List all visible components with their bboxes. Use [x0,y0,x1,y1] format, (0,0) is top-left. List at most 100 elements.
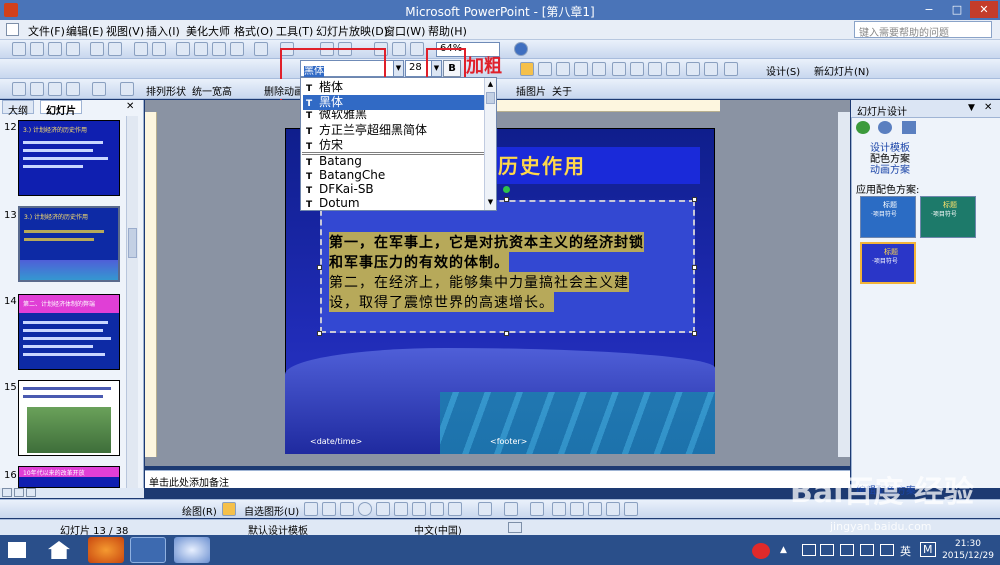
font-option-batang[interactable]: T Batang [303,154,486,169]
tab-slides[interactable]: 幻灯片 [40,100,82,117]
font-option-dotum[interactable]: T Dotum [303,196,486,211]
shape-icon[interactable] [120,82,134,96]
copy-icon[interactable] [194,42,208,56]
scroll-down-icon[interactable]: ▼ [486,198,495,208]
menu-view[interactable]: 视图(V) [106,23,144,39]
bullets-icon[interactable] [630,62,644,76]
powerpoint-taskbar-icon[interactable] [130,537,166,563]
editor-scrollbar[interactable] [838,112,850,457]
task-pane-close-icon[interactable]: ✕ [984,102,992,113]
color-scheme-3[interactable]: 标题 ·项目符号 [860,242,916,284]
slides-scrollbar[interactable] [126,116,138,488]
tray-keyboard-icon[interactable] [880,544,894,556]
color-scheme-2[interactable]: 标题 ·项目符号 [920,196,976,238]
increase-indent-icon[interactable] [704,62,718,76]
tray-overflow-icon[interactable]: ▲ [780,545,787,555]
help-icon[interactable] [514,42,528,56]
slide-thumbnail-13[interactable]: 3.) 计划经济的历史作用 [18,206,120,282]
resize-handle[interactable] [692,197,697,202]
font-option-kaiti[interactable]: T 楷体 [303,80,486,95]
font-name-dropdown-icon[interactable]: ▼ [393,60,404,77]
shadow-icon[interactable] [606,502,620,516]
delete-animation-button[interactable]: 删除动画 [264,83,304,98]
slide-thumbnail-12[interactable]: 3.) 计划经济的历史作用 [18,120,120,196]
system-clock[interactable]: 21:30 2015/12/29 [940,538,996,562]
paint-taskbar-icon[interactable] [174,537,210,563]
background-icon[interactable] [30,82,44,96]
menu-edit[interactable]: 编辑(E) [66,23,104,39]
draw-font-color-icon[interactable] [530,502,544,516]
resize-handle[interactable] [692,265,697,270]
menu-insert[interactable]: 插入(I) [146,23,180,39]
arrange-shapes-button[interactable]: 排列形状 [146,83,186,98]
rectangle-icon[interactable] [340,502,354,516]
insert-image-button[interactable]: 插图片 [516,83,546,98]
slide-thumbnail-14[interactable]: 第二、计划经济体制的弊端 [18,294,120,370]
dash-style-icon[interactable] [570,502,584,516]
normal-view-icon[interactable] [2,488,12,497]
close-panel-icon[interactable]: ✕ [126,101,134,112]
tray-network-icon[interactable] [820,544,834,556]
fill-color-icon[interactable] [478,502,492,516]
justify-icon[interactable] [574,62,588,76]
cut-icon[interactable] [176,42,190,56]
open-icon[interactable] [30,42,44,56]
insert-picture-icon[interactable] [448,502,462,516]
sorter-view-icon[interactable] [14,488,24,497]
menu-help[interactable]: 帮助(H) [428,23,467,39]
master-icon[interactable] [48,82,62,96]
picture-icon[interactable] [92,82,106,96]
slide-thumbnail-15[interactable] [18,380,120,456]
spelling-icon[interactable] [134,42,148,56]
arrow-style-icon[interactable] [588,502,602,516]
font-option-heiti[interactable]: T 黑体 [303,95,486,110]
align-right-icon[interactable] [556,62,570,76]
line-color-icon[interactable] [504,502,518,516]
clipart-icon[interactable] [430,502,444,516]
paste-icon[interactable] [212,42,226,56]
tray-flag-icon[interactable] [802,544,816,556]
slide-paragraph-1a[interactable]: 第一，在军事上，它是对抗资本主义的经济封锁 [329,232,644,252]
tray-app-icon[interactable] [752,543,770,559]
resize-handle[interactable] [504,331,509,336]
minimize-button[interactable]: − [916,1,942,18]
permission-icon[interactable] [66,42,80,56]
scroll-up-icon[interactable]: ▲ [486,80,495,90]
resize-handle[interactable] [317,331,322,336]
menu-window[interactable]: 窗口(W) [384,23,425,39]
spellcheck-icon[interactable] [508,522,522,533]
select-pointer-icon[interactable] [222,502,236,516]
scroll-thumb[interactable] [486,92,495,104]
color-scheme-1[interactable]: 标题 ·项目符号 [860,196,916,238]
font-option-fangsong[interactable]: T 仿宋 [303,138,486,151]
diagram-icon[interactable] [412,502,426,516]
home-icon[interactable] [902,121,916,134]
tray-battery-icon[interactable] [860,544,874,556]
print-preview-icon[interactable] [108,42,122,56]
print-icon[interactable] [90,42,104,56]
about-button[interactable]: 关于 [552,83,572,98]
font-option-fangzheng[interactable]: T 方正兰亭超细黑简体 [303,123,486,138]
format-painter-icon[interactable] [230,42,244,56]
align-left-icon[interactable] [520,62,534,76]
slide-paragraph-2a[interactable]: 第二，在经济上，能够集中力量搞社会主义建 [329,272,629,292]
research-icon[interactable] [152,42,166,56]
numbering-icon[interactable] [612,62,626,76]
menu-beautify[interactable]: 美化大师 [186,23,230,39]
windows-start-icon[interactable] [8,542,26,558]
new-slide-button[interactable]: 新幻灯片(N) [814,63,869,78]
slide-paragraph-1b[interactable]: 和军事压力的有效的体制。 [329,252,509,272]
maximize-button[interactable]: □ [944,1,970,18]
ime-indicator[interactable]: 英 [900,543,911,559]
ime-mode-indicator[interactable]: M [920,542,936,557]
same-size-button[interactable]: 统一宽高 [192,83,232,98]
browser-taskbar-icon[interactable] [88,537,124,563]
resize-handle[interactable] [504,197,509,202]
slide-thumbnail-16[interactable]: 10年代以来的改革开放 [18,466,120,488]
autoshapes-button[interactable]: 自选图形(U) [244,503,299,518]
decrease-font-icon[interactable] [666,62,680,76]
design-button[interactable]: 设计(S) [766,63,800,78]
save-icon[interactable] [48,42,62,56]
task-pane-menu-icon[interactable]: ▼ [968,103,975,113]
arrow-icon[interactable] [322,502,336,516]
